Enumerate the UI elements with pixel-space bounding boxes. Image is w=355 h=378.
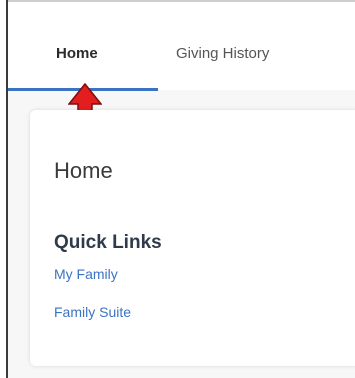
tab-home[interactable]: Home (56, 45, 98, 62)
page-title: Home (54, 158, 113, 183)
my-family-link[interactable]: My Family (54, 266, 118, 282)
main-canvas: Home Giving History Home Quick Links My … (8, 2, 355, 378)
home-card: Home Quick Links My Family Family Suite (30, 110, 355, 366)
quick-links-heading: Quick Links (54, 232, 162, 253)
tab-bar: Home Giving History (8, 2, 355, 91)
tab-giving-history[interactable]: Giving History (176, 45, 269, 62)
family-suite-link[interactable]: Family Suite (54, 304, 131, 320)
app-viewport: Home Giving History Home Quick Links My … (0, 0, 355, 378)
